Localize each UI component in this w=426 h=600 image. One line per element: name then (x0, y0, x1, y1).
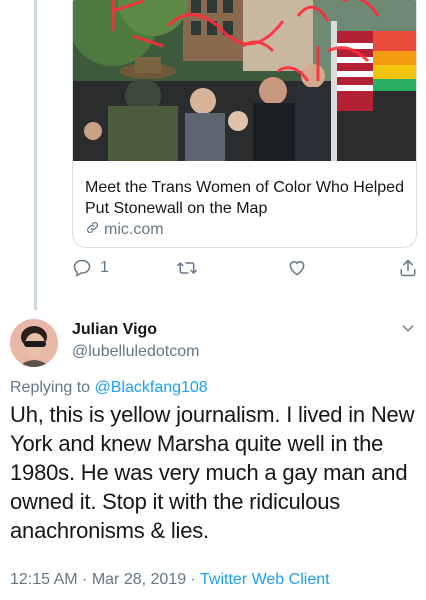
heart-icon (287, 258, 307, 278)
photo-stonewall-crowd (73, 0, 416, 161)
replying-prefix: Replying to (10, 379, 91, 396)
link-card-domain[interactable]: mic.com (85, 220, 164, 240)
reply-count: 1 (100, 259, 109, 276)
share-button[interactable] (398, 258, 418, 278)
link-card-title[interactable]: Meet the Trans Women of Color Who Helped… (85, 177, 405, 219)
like-button[interactable] (287, 258, 307, 278)
replying-to: Replying to @Blackfang108 (10, 379, 208, 397)
link-card-image (73, 0, 416, 161)
thread-line (34, 0, 37, 310)
link-card[interactable]: Meet the Trans Women of Color Who Helped… (72, 0, 417, 248)
user-handle[interactable]: @lubelluledotcom (72, 343, 199, 361)
retweet-icon (176, 258, 198, 278)
reply-button[interactable]: 1 (72, 258, 109, 278)
tweet-action-bar: 1 (72, 258, 417, 280)
display-name[interactable]: Julian Vigo (72, 321, 157, 339)
retweet-button[interactable] (176, 258, 198, 278)
reply-icon (72, 258, 92, 278)
share-icon (398, 258, 418, 278)
avatar[interactable] (10, 319, 58, 367)
avatar-image (10, 319, 58, 367)
chevron-down-icon[interactable] (400, 320, 416, 341)
tweet-client-link[interactable]: Twitter Web Client (200, 571, 330, 588)
tweet-meta: 12:15 AM · Mar 28, 2019 · Twitter Web Cl… (10, 571, 330, 589)
link-icon (85, 220, 100, 240)
replying-mention-link[interactable]: @Blackfang108 (95, 379, 208, 396)
link-domain-text: mic.com (104, 221, 164, 238)
tweet-text: Uh, this is yellow journalism. I lived i… (10, 402, 415, 543)
tweet-timestamp[interactable]: 12:15 AM · Mar 28, 2019 · (10, 571, 200, 588)
